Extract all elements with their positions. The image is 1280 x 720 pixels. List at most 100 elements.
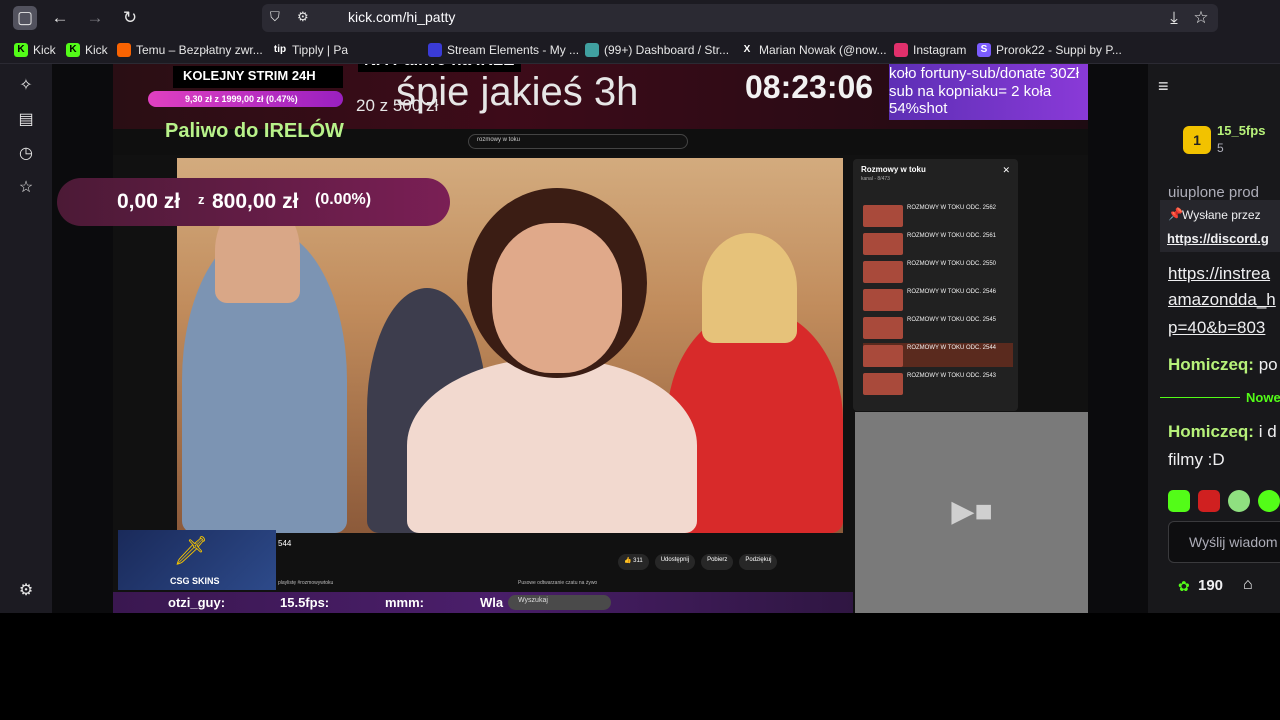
video-player[interactable]: rozmowy w toku Rozmowy w toku kanal - 8/… xyxy=(113,64,1088,613)
download-button[interactable]: Pobierz xyxy=(701,554,734,570)
thumbnail xyxy=(863,261,903,283)
bookmark-label: Temu – Bezpłatny zwr... xyxy=(136,43,263,57)
emote-icon[interactable] xyxy=(1198,490,1220,512)
sidebar-toggle-icon[interactable]: ▢ xyxy=(13,6,37,30)
settings-icon[interactable]: ⚙ xyxy=(16,581,36,601)
bookmark-kick-2[interactable]: K Kick xyxy=(66,42,108,58)
bookmark-label: Tipply | Pa xyxy=(292,43,349,57)
suppi-icon: S xyxy=(977,43,991,57)
csgo-label: CSG SKINS xyxy=(170,576,220,586)
thumbnail xyxy=(863,373,903,395)
bookmark-kick-1[interactable]: K Kick xyxy=(14,42,56,58)
top-gifter: 1 15_5fps 5 xyxy=(1183,122,1280,162)
share-button[interactable]: Udostępnij xyxy=(654,554,696,570)
ticker-item: 15.5fps: xyxy=(280,595,330,610)
browser-sidebar: ✧ ▤ ◷ ☆ ⚙ xyxy=(0,64,52,613)
emote-icon[interactable] xyxy=(1168,490,1190,512)
goal-target: 800,00 zł xyxy=(212,190,299,213)
close-icon[interactable]: ✕ xyxy=(1002,165,1010,176)
x-icon: X xyxy=(743,44,751,55)
chat-message: Homiczeq: i d xyxy=(1168,422,1277,442)
kick-icon: K xyxy=(66,43,80,57)
chat-panel: ≡ 1 15_5fps 5 uiuplone prod 📌 Wysłane pr… xyxy=(1148,64,1280,613)
bookmark-streamelements[interactable]: Stream Elements - My ... xyxy=(428,42,579,58)
bookmark-temu[interactable]: Temu – Bezpłatny zwr... xyxy=(117,42,263,58)
chat-text: po xyxy=(1253,355,1278,374)
playlist-item-title: ROZMOWY W TOKU ODC. 2543 xyxy=(907,373,997,379)
youtube-sub-count: 544 xyxy=(278,539,292,548)
emote-icon[interactable] xyxy=(1258,490,1280,512)
presenter-face xyxy=(492,223,622,373)
like-count: 311 xyxy=(633,558,643,564)
thumbnail xyxy=(863,289,903,311)
chat-input[interactable]: Wyślij wiadom xyxy=(1168,521,1280,563)
thumbnail xyxy=(863,317,903,339)
bookmark-label: Kick xyxy=(85,43,108,57)
playlist-item[interactable]: ROZMOWY W TOKU ODC. 2550 xyxy=(863,259,1013,283)
url-text[interactable]: kick.com/hi_patty xyxy=(348,9,455,25)
playlist-item-title: ROZMOWY W TOKU ODC. 2545 xyxy=(907,317,997,323)
back-icon[interactable]: ← xyxy=(48,6,72,30)
bookmark-tipply[interactable]: tip Tipply | Pa xyxy=(273,42,348,58)
bookmarks-icon[interactable]: ☆ xyxy=(16,178,36,198)
chat-text: i d xyxy=(1253,422,1277,441)
youtube-search-text: rozmowy w toku xyxy=(477,137,521,143)
synced-tabs-icon[interactable]: ▤ xyxy=(16,110,36,130)
wheel-text-1: koło fortuny-sub/donate 30Zł xyxy=(889,65,1080,82)
chat-username[interactable]: Homiczeq: xyxy=(1168,355,1254,374)
taskbar-search-text: Wyszukaj xyxy=(518,597,548,604)
youtube-playlist-panel: Rozmowy w toku kanal - 8/473 ✕ ROZMOWY W… xyxy=(853,159,1018,411)
bookmark-star-icon[interactable]: ☆ xyxy=(1189,6,1213,30)
bookmark-suppi[interactable]: S Prorok22 - Suppi by P... xyxy=(977,42,1122,58)
forward-icon[interactable]: → xyxy=(83,6,107,30)
bookmark-dashboard[interactable]: (99+) Dashboard / Str... xyxy=(585,42,729,58)
instagram-icon xyxy=(894,43,908,57)
collapse-chat-icon[interactable]: ≡ xyxy=(1158,76,1169,97)
bookmark-label: Stream Elements - My ... xyxy=(447,43,580,57)
wheel-text-2: sub na kopniaku= 2 koła xyxy=(889,83,1052,100)
pinned-link[interactable]: https://discord.g xyxy=(1167,231,1269,246)
top-progress-text: 9,30 zł z 1999,00 zł (0.47%) xyxy=(185,94,298,104)
shield-icon[interactable]: ⛉ xyxy=(270,9,280,25)
bookmark-label: Kick xyxy=(33,43,56,57)
bookmark-x[interactable]: X Marian Nowak (@now... xyxy=(740,42,887,58)
chat-link-line[interactable]: https://instrea xyxy=(1168,264,1270,284)
youtube-search-box: rozmowy w toku xyxy=(468,134,688,149)
chat-username[interactable]: Homiczeq: xyxy=(1168,422,1254,441)
reload-icon[interactable]: ↻ xyxy=(118,6,142,30)
download-icon[interactable]: ⤓ xyxy=(1162,6,1186,30)
playlist-item-title: ROZMOWY W TOKU ODC. 2562 xyxy=(907,205,997,211)
ai-sparkle-icon[interactable]: ✧ xyxy=(16,76,36,96)
chat-link-line[interactable]: amazondda_h xyxy=(1168,290,1276,310)
bookmarks-bar: K Kick K Kick Temu – Bezpłatny zwr... tip T… xyxy=(0,36,1280,64)
playlist-item[interactable]: ROZMOWY W TOKU ODC. 2561 xyxy=(863,231,1013,255)
ticker-item: mmm: xyxy=(385,595,425,610)
top-gifter-count: 5 xyxy=(1217,141,1224,155)
thanks-button[interactable]: Podziękuj xyxy=(739,554,778,570)
chat-input-placeholder: Wyślij wiadom xyxy=(1189,534,1278,550)
points-icon[interactable]: ✿ xyxy=(1178,578,1190,595)
kick-icon: K xyxy=(14,43,28,57)
temu-icon xyxy=(117,43,131,57)
store-icon[interactable]: ⌂ xyxy=(1243,576,1253,594)
playlist-item[interactable]: ROZMOWY W TOKU ODC. 2543 xyxy=(863,371,1013,395)
rank-badge: 1 xyxy=(1183,126,1211,154)
chat-text: filmy :D xyxy=(1168,450,1225,469)
like-button[interactable]: 👍 311 xyxy=(618,554,649,570)
chat-link-line[interactable]: p=40&b=803 xyxy=(1168,318,1265,338)
goal-z: z xyxy=(198,192,205,207)
playlist-item-active[interactable]: ROZMOWY W TOKU ODC. 2544 xyxy=(863,343,1013,367)
site-settings-icon[interactable]: ⚙ xyxy=(297,9,309,25)
emote-row xyxy=(1168,490,1280,512)
tipply-icon: tip xyxy=(273,43,287,57)
playlist-item[interactable]: ROZMOWY W TOKU ODC. 2546 xyxy=(863,287,1013,311)
dashboard-icon xyxy=(585,43,599,57)
emote-icon[interactable] xyxy=(1228,490,1250,512)
upnext-label-b: Pusowe odtwarzanie czatu na żywo xyxy=(518,580,598,586)
bookmark-label: Prorok22 - Suppi by P... xyxy=(996,43,1122,57)
history-icon[interactable]: ◷ xyxy=(16,144,36,164)
bookmark-instagram[interactable]: Instagram xyxy=(894,42,966,58)
playlist-item[interactable]: ROZMOWY W TOKU ODC. 2562 xyxy=(863,203,1013,227)
playlist-item[interactable]: ROZMOWY W TOKU ODC. 2545 xyxy=(863,315,1013,339)
playlist-subtitle: kanal - 8/473 xyxy=(861,176,890,182)
